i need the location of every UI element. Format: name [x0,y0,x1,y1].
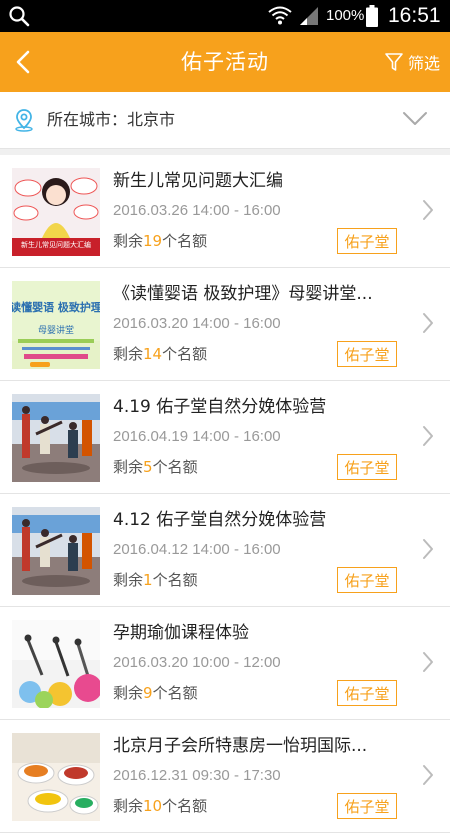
remaining-prefix: 剩余 [113,684,144,702]
event-time: 2016.03.20 10:00 - 12:00 [113,654,281,671]
event-title: 北京月子会所特惠房一怡玥国际... [113,736,368,756]
poster-subheading: 母婴讲堂 [38,324,74,336]
filter-button[interactable]: 筛选 [384,32,440,92]
event-thumbnail [12,507,100,595]
signal-icon [300,7,318,25]
event-tag: 佑子堂 [337,680,397,706]
event-title: 新生儿常见问题大汇编 [113,171,283,191]
event-title: 4.12 佑子堂自然分娩体验营 [113,510,327,530]
event-time: 2016.03.26 14:00 - 16:00 [113,202,281,219]
remaining-suffix: 个名额 [162,345,208,363]
city-selector[interactable]: 所在城市：北京市 [0,92,450,149]
event-tag: 佑子堂 [337,341,397,367]
status-bar: 100% 16:51 [0,0,450,32]
remaining-suffix: 个名额 [162,232,208,250]
remaining-prefix: 剩余 [113,232,144,250]
chevron-right-icon [423,765,433,785]
event-time: 2016.04.12 14:00 - 16:00 [113,541,281,558]
event-list-item[interactable]: 新生儿常见问题大汇编 新生儿常见问题大汇编 2016.03.26 14:00 -… [0,155,450,268]
remaining-prefix: 剩余 [113,571,144,589]
event-time: 2016.12.31 09:30 - 17:30 [113,767,281,784]
chevron-right-icon [423,200,433,220]
event-time: 2016.03.20 14:00 - 16:00 [113,315,281,332]
event-list-item[interactable]: 北京月子会所特惠房一怡玥国际... 2016.12.31 09:30 - 17:… [0,720,450,833]
filter-label: 筛选 [407,54,440,73]
event-remaining: 剩余1个名额 [113,569,198,591]
event-remaining: 剩余9个名额 [113,682,198,704]
event-remaining: 剩余19个名额 [113,230,207,252]
event-tag: 佑子堂 [337,454,397,480]
wifi-icon [268,6,292,25]
app-header: 佑子活动 筛选 [0,32,450,92]
remaining-prefix: 剩余 [113,458,144,476]
event-title: 4.19 佑子堂自然分娩体验营 [113,397,327,417]
event-title: 《读懂婴语 极致护理》母婴讲堂... [113,284,373,304]
chevron-right-icon [423,426,433,446]
event-thumbnail [12,733,100,821]
event-thumbnail [12,394,100,482]
event-list-item[interactable]: 读懂婴语 极致护理 母婴讲堂 《读懂婴语 极致护理》母婴讲堂... 2016.03… [0,268,450,381]
remaining-suffix: 个名额 [152,571,198,589]
remaining-count: 19 [143,232,163,250]
event-tag: 佑子堂 [337,228,397,254]
remaining-count: 14 [143,345,163,363]
event-remaining: 剩余10个名额 [113,795,207,817]
clock: 16:51 [388,4,441,27]
remaining-count: 5 [143,458,153,476]
chevron-right-icon [423,539,433,559]
remaining-count: 1 [143,571,153,589]
event-list-item[interactable]: 孕期瑜伽课程体验 2016.03.20 10:00 - 12:00 剩余9个名额… [0,607,450,720]
remaining-prefix: 剩余 [113,345,144,363]
page-title: 佑子活动 [181,50,269,74]
event-list: 新生儿常见问题大汇编 新生儿常见问题大汇编 2016.03.26 14:00 -… [0,155,450,833]
event-title: 孕期瑜伽课程体验 [113,623,249,643]
search-icon[interactable] [8,5,30,27]
poster-heading: 读懂婴语 极致护理 [12,300,100,314]
remaining-suffix: 个名额 [152,458,198,476]
event-tag: 佑子堂 [337,567,397,593]
chevron-down-icon[interactable] [402,110,428,128]
event-remaining: 剩余14个名额 [113,343,207,365]
funnel-icon [385,53,403,71]
city-label: 所在城市：北京市 [47,110,176,129]
chevron-right-icon [423,313,433,333]
chevron-right-icon [423,652,433,672]
event-time: 2016.04.19 14:00 - 16:00 [113,428,281,445]
remaining-count: 9 [143,684,153,702]
event-tag: 佑子堂 [337,793,397,819]
remaining-suffix: 个名额 [152,684,198,702]
event-thumbnail: 读懂婴语 极致护理 母婴讲堂 [12,281,100,369]
event-list-item[interactable]: 4.12 佑子堂自然分娩体验营 2016.04.12 14:00 - 16:00… [0,494,450,607]
event-thumbnail: 新生儿常见问题大汇编 [12,168,100,256]
event-list-item[interactable]: 4.19 佑子堂自然分娩体验营 2016.04.19 14:00 - 16:00… [0,381,450,494]
event-remaining: 剩余5个名额 [113,456,198,478]
location-pin-icon [15,109,33,132]
battery-percent: 100% [326,7,365,24]
poster-heading: 新生儿常见问题大汇编 [21,240,91,249]
event-thumbnail [12,620,100,708]
battery-icon [366,5,378,27]
